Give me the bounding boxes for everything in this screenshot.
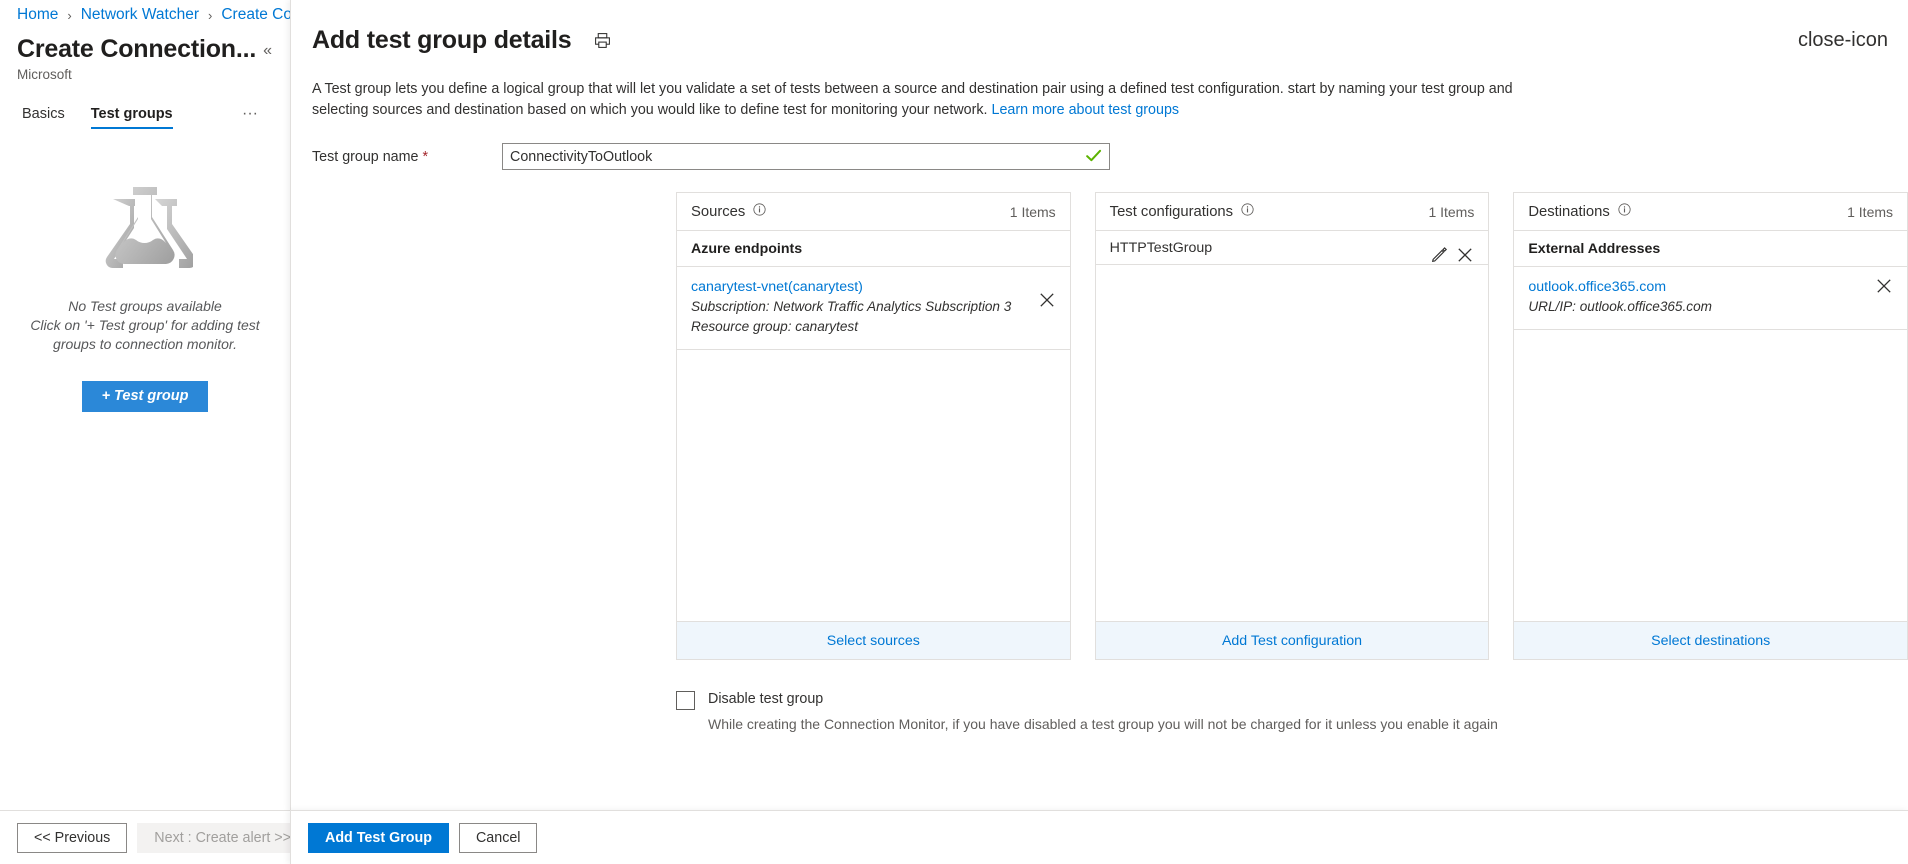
test-configurations-card-count: 1 Items: [1428, 204, 1474, 220]
breadcrumb-separator: ›: [208, 8, 212, 23]
sidebar-footer: << Previous Next : Create alert >>: [0, 810, 290, 864]
empty-state-line-1: No Test groups available: [24, 297, 266, 316]
disable-test-group-description: While creating the Connection Monitor, i…: [708, 715, 1498, 734]
disable-test-group-checkbox[interactable]: [676, 691, 695, 710]
sources-card-body: canarytest-vnet(canarytest) Subscription…: [677, 267, 1070, 621]
empty-state: No Test groups available Click on '+ Tes…: [0, 185, 290, 412]
tab-overflow-button[interactable]: ···: [242, 105, 258, 130]
sources-card-title: Sources: [691, 204, 745, 220]
destination-entry: outlook.office365.com URL/IP: outlook.of…: [1514, 267, 1907, 330]
sidebar-publisher: Microsoft: [0, 67, 290, 82]
source-entry-subscription: Subscription: Network Traffic Analytics …: [691, 297, 1038, 317]
flask-icon: [24, 185, 266, 269]
test-group-name-label: Test group name *: [312, 149, 502, 165]
azure-portal-page: Home › Network Watcher › Create Connecti…: [0, 0, 1908, 864]
info-icon[interactable]: [1241, 203, 1254, 220]
test-configuration-entry-actions: [1431, 232, 1474, 264]
page-title: Add test group details: [312, 26, 572, 55]
next-create-alert-button: Next : Create alert >>: [137, 823, 308, 853]
sources-card-header: Sources 1 Items: [677, 193, 1070, 231]
disable-test-group-label[interactable]: Disable test group: [708, 690, 1498, 709]
test-group-name-row: Test group name *: [291, 121, 1908, 170]
empty-state-line-2: Click on '+ Test group' for adding test: [24, 316, 266, 335]
destination-entry-url: URL/IP: outlook.office365.com: [1528, 297, 1875, 317]
panel-footer: Add Test Group Cancel: [290, 810, 1908, 864]
test-configuration-entry-label: HTTPTestGroup: [1110, 240, 1213, 256]
destinations-card-title: Destinations: [1528, 204, 1609, 220]
printer-icon[interactable]: [594, 32, 611, 49]
empty-state-line-3: groups to connection monitor.: [24, 335, 266, 354]
learn-more-link[interactable]: Learn more about test groups: [992, 102, 1180, 118]
close-icon[interactable]: close-icon: [1798, 30, 1888, 50]
cards-container: Sources 1 Items Azure endpoints c: [291, 170, 1908, 660]
tab-test-groups[interactable]: Test groups: [91, 106, 173, 129]
sources-card: Sources 1 Items Azure endpoints c: [676, 192, 1071, 660]
sidebar-header: Create Connection... «: [0, 30, 290, 64]
test-configurations-card-header: Test configurations 1 Items: [1096, 193, 1489, 231]
test-group-name-input[interactable]: [502, 143, 1110, 170]
destinations-card-header: Destinations 1 Items: [1514, 193, 1907, 231]
select-destinations-button[interactable]: Select destinations: [1514, 621, 1907, 659]
destination-entry-main: outlook.office365.com URL/IP: outlook.of…: [1528, 277, 1875, 317]
select-sources-button[interactable]: Select sources: [677, 621, 1070, 659]
test-configuration-entry: HTTPTestGroup: [1096, 231, 1489, 265]
cancel-button[interactable]: Cancel: [459, 823, 538, 853]
sources-subheader: Azure endpoints: [677, 231, 1070, 267]
remove-destination-icon[interactable]: [1875, 277, 1893, 295]
tab-basics[interactable]: Basics: [22, 106, 65, 129]
source-entry-resource-group: Resource group: canarytest: [691, 317, 1038, 337]
remove-source-icon[interactable]: [1038, 291, 1056, 309]
breadcrumb-item-network-watcher[interactable]: Network Watcher: [81, 6, 199, 24]
sidebar-tabs: Basics Test groups ···: [0, 105, 290, 130]
remove-test-configuration-icon[interactable]: [1456, 246, 1474, 264]
destination-entry-actions: [1875, 277, 1893, 295]
add-test-group-panel: Add test group details close-icon A Test…: [290, 0, 1908, 810]
panel-description-text: A Test group lets you define a logical g…: [312, 81, 1513, 118]
destinations-subheader: External Addresses: [1514, 231, 1907, 267]
source-entry-link[interactable]: canarytest-vnet(canarytest): [691, 277, 1038, 297]
source-entry-actions: [1038, 277, 1056, 309]
source-entry-main: canarytest-vnet(canarytest) Subscription…: [691, 277, 1038, 337]
disable-test-group-block: Disable test group While creating the Co…: [291, 660, 1908, 734]
previous-button[interactable]: << Previous: [17, 823, 127, 853]
sidebar-title: Create Connection...: [17, 34, 256, 64]
breadcrumb-separator: ›: [67, 8, 71, 23]
source-entry: canarytest-vnet(canarytest) Subscription…: [677, 267, 1070, 350]
panel-description: A Test group lets you define a logical g…: [291, 55, 1546, 121]
info-icon[interactable]: [753, 203, 766, 220]
test-configurations-card-body: HTTPTestGroup: [1096, 231, 1489, 621]
panel-header: Add test group details: [291, 0, 1908, 55]
destinations-card-body: outlook.office365.com URL/IP: outlook.of…: [1514, 267, 1907, 621]
sidebar: Create Connection... « Microsoft Basics …: [0, 30, 290, 834]
info-icon[interactable]: [1618, 203, 1631, 220]
add-test-group-sidebar-button[interactable]: + Test group: [82, 381, 209, 412]
test-group-name-input-wrap: [502, 143, 1110, 170]
test-configurations-card-title: Test configurations: [1110, 204, 1233, 220]
add-test-group-button[interactable]: Add Test Group: [308, 823, 449, 853]
test-group-name-label-text: Test group name: [312, 149, 419, 165]
sources-card-count: 1 Items: [1010, 204, 1056, 220]
breadcrumb-item-home[interactable]: Home: [17, 6, 58, 24]
edit-pencil-icon[interactable]: [1431, 246, 1448, 263]
destination-entry-link[interactable]: outlook.office365.com: [1528, 277, 1875, 297]
destinations-card: Destinations 1 Items External Addresses: [1513, 192, 1908, 660]
destinations-card-count: 1 Items: [1847, 204, 1893, 220]
add-test-configuration-button[interactable]: Add Test configuration: [1096, 621, 1489, 659]
test-configurations-card: Test configurations 1 Items HTTPTestGrou…: [1095, 192, 1490, 660]
required-marker: *: [422, 149, 428, 165]
disable-test-group-texts: Disable test group While creating the Co…: [708, 690, 1498, 734]
collapse-icon[interactable]: «: [257, 42, 278, 60]
